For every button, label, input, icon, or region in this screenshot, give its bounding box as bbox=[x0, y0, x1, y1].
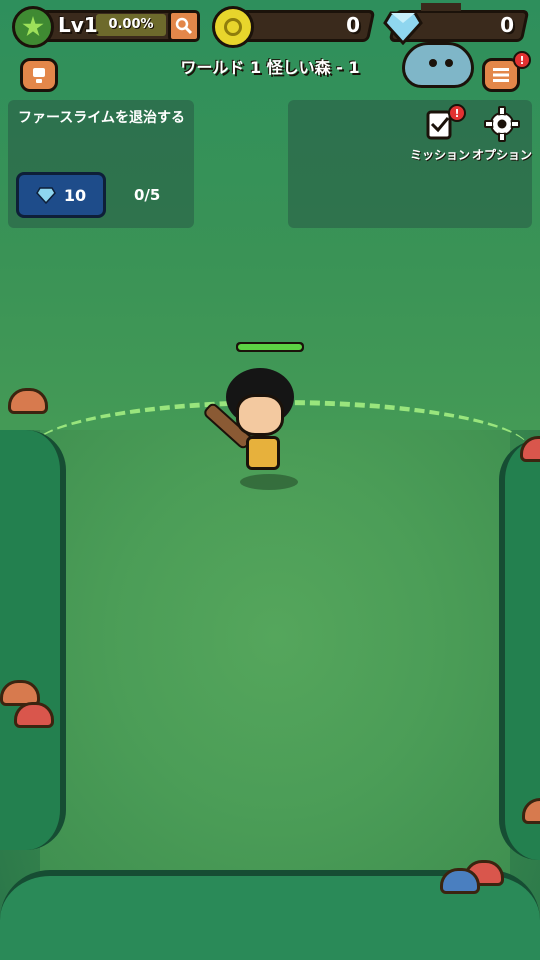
quest-description: ファースライムを退治する bbox=[18, 110, 186, 126]
mushroom-decoration bbox=[440, 868, 480, 894]
bush-right bbox=[499, 440, 540, 860]
bush-left bbox=[0, 430, 66, 850]
world-title: ワールド 1 怪しい森 - 1 bbox=[180, 58, 360, 77]
options-button[interactable]: オプション bbox=[472, 106, 532, 163]
gem-count: 0 bbox=[500, 13, 514, 37]
xp-percent: 0.00% bbox=[108, 17, 154, 32]
quest-progress: 0/5 bbox=[134, 186, 161, 204]
menu-icon bbox=[493, 68, 509, 82]
hero-face bbox=[236, 394, 284, 436]
notice-icon bbox=[33, 68, 45, 83]
option-label: オプション bbox=[472, 148, 533, 162]
quest-reward-button[interactable]: 10 bbox=[16, 172, 106, 218]
star-icon bbox=[22, 16, 44, 37]
gem-icon bbox=[35, 187, 56, 204]
search-button[interactable] bbox=[168, 10, 200, 42]
notice-button[interactable] bbox=[20, 58, 58, 92]
slime-monster-icon bbox=[402, 3, 474, 88]
mission-alert-badge: ! bbox=[448, 104, 466, 122]
coin-count: 0 bbox=[346, 13, 360, 37]
hero-body bbox=[246, 436, 280, 470]
mushroom-decoration bbox=[14, 702, 54, 728]
quest-panel: ファースライムを退治する 10 0/5 bbox=[8, 100, 194, 228]
mission-label: ミッション bbox=[410, 148, 471, 162]
quest-reward-amount: 10 bbox=[63, 185, 87, 205]
gear-icon bbox=[484, 106, 520, 142]
hero-shadow bbox=[240, 474, 298, 490]
monster-stand bbox=[421, 3, 461, 11]
search-icon bbox=[175, 17, 193, 35]
hero-hp-fill bbox=[238, 344, 302, 350]
hero-caveman bbox=[196, 366, 306, 496]
menu-panel: ! ミッション オプション bbox=[288, 100, 532, 228]
level-label: Lv1 bbox=[58, 13, 98, 37]
level-badge bbox=[12, 6, 54, 48]
monster-eye bbox=[445, 59, 453, 67]
mushroom-decoration bbox=[8, 388, 48, 414]
menu-alert-badge: ! bbox=[513, 51, 531, 69]
menu-button[interactable]: ! bbox=[482, 51, 531, 92]
mission-button[interactable]: ! ミッション bbox=[410, 104, 471, 163]
hero-hp-bar bbox=[236, 342, 304, 352]
monster-eye bbox=[429, 59, 437, 67]
